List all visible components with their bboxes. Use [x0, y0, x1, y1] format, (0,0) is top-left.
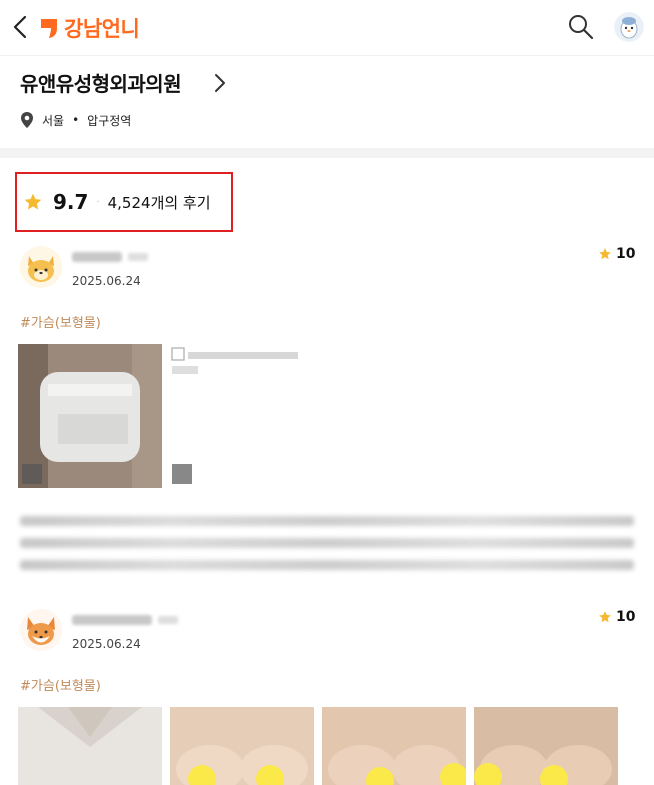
pixelated-photo — [170, 707, 314, 785]
search-icon[interactable] — [566, 12, 596, 42]
review-score: 10 — [598, 609, 635, 625]
review-score-value: 10 — [616, 609, 636, 625]
review-photo[interactable] — [18, 344, 162, 488]
profile-character-icon — [615, 13, 643, 41]
review-date: 2025.06.24 — [72, 637, 141, 651]
review-score: 10 — [598, 246, 635, 262]
location-pin-icon — [21, 112, 33, 128]
star-icon — [599, 611, 611, 623]
rating-divider-dot: · — [96, 196, 100, 208]
clinic-header: 유앤유성형외과의원 서울 • 압구정역 — [0, 56, 654, 148]
logo-text: 강남언니 — [64, 17, 140, 41]
review-count[interactable]: 4,524개의 후기 — [108, 192, 211, 213]
review-card[interactable]: 2025.06.24 10 #가슴(보형물) — [0, 240, 654, 580]
review-tag[interactable]: #가슴(보형물) — [20, 312, 101, 331]
reviewer-name-blurred — [72, 613, 178, 627]
review-text-blurred — [20, 560, 634, 570]
location-station: 압구정역 — [87, 113, 132, 128]
rating-score: 9.7 — [53, 190, 89, 214]
star-icon — [24, 193, 42, 210]
broken-image-placeholder — [170, 344, 310, 384]
back-chevron-icon[interactable] — [8, 12, 32, 42]
rating-summary: 9.7 · 4,524개의 후기 — [15, 172, 233, 232]
avatar — [20, 609, 62, 651]
pixelated-photo — [474, 707, 618, 785]
pixelated-photo — [18, 707, 162, 785]
review-photo[interactable] — [474, 707, 618, 785]
dog-avatar-icon — [20, 246, 62, 288]
review-photo[interactable] — [170, 707, 314, 785]
review-card[interactable]: 2025.06.24 10 #가슴(보형물) — [0, 603, 654, 785]
location-city: 서울 — [42, 113, 65, 128]
review-text-blurred — [20, 538, 634, 548]
photo-badge-icon — [22, 464, 42, 484]
top-app-bar: 강남언니 — [0, 0, 654, 56]
app-logo[interactable]: 강남언니 — [40, 12, 140, 44]
broken-image-icon — [171, 347, 298, 374]
logo-mark-icon — [41, 19, 57, 38]
profile-avatar[interactable] — [614, 12, 644, 42]
review-photo[interactable] — [18, 707, 162, 785]
reviewer-name-blurred — [72, 250, 148, 264]
chevron-right-icon[interactable] — [210, 70, 230, 96]
pixelated-photo — [322, 707, 466, 785]
review-photo[interactable] — [322, 707, 466, 785]
location-separator: • — [72, 113, 80, 127]
review-date: 2025.06.24 — [72, 274, 141, 288]
avatar — [20, 246, 62, 288]
photo-badge-icon — [172, 464, 192, 484]
section-divider — [0, 148, 654, 158]
star-icon — [599, 248, 611, 260]
review-score-value: 10 — [616, 246, 636, 262]
review-tag[interactable]: #가슴(보형물) — [20, 675, 101, 694]
clinic-name[interactable]: 유앤유성형외과의원 — [20, 68, 182, 97]
clinic-location: 서울 • 압구정역 — [20, 111, 131, 129]
review-text-blurred — [20, 516, 634, 526]
fox-avatar-icon — [20, 609, 62, 651]
